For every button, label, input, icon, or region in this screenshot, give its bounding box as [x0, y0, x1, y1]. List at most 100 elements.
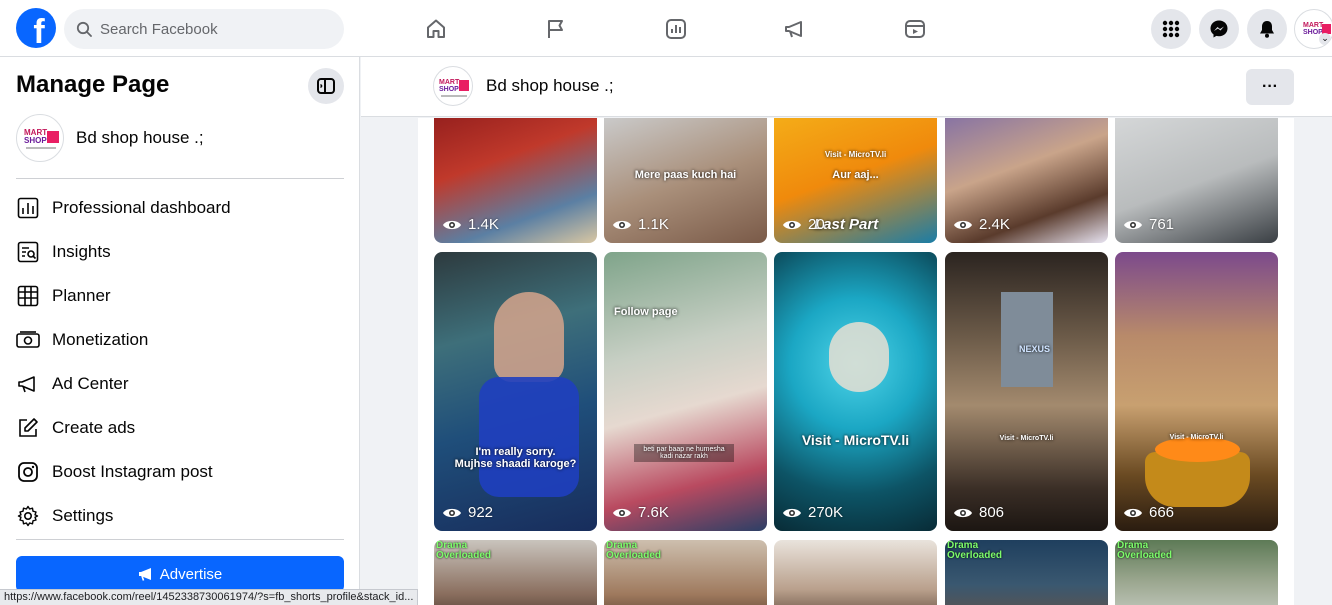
eye-icon	[782, 506, 802, 520]
reel-card[interactable]: Drama Overloaded	[604, 540, 767, 605]
chevron-down-icon[interactable]: ⌄	[1319, 33, 1331, 45]
sidebar-item-boost-instagram[interactable]: Boost Instagram post	[16, 450, 346, 494]
monetization-icon	[16, 328, 40, 352]
sidebar-item-planner[interactable]: Planner	[16, 274, 346, 318]
sidebar-item-create-ads[interactable]: Create ads	[16, 406, 346, 450]
megaphone-icon[interactable]	[778, 12, 812, 46]
eye-icon	[442, 506, 462, 520]
insights-icon	[16, 240, 40, 264]
reel-card[interactable]	[774, 540, 937, 605]
eye-icon	[1123, 218, 1143, 232]
advertise-button[interactable]: Advertise	[16, 556, 344, 592]
reel-caption: I'm really sorry. Mujhse shaadi karoge?	[454, 446, 577, 470]
reel-tag: Drama Overloaded	[1117, 540, 1173, 561]
page-logo: MART SHOP	[16, 114, 64, 162]
bell-icon[interactable]	[1247, 9, 1287, 49]
page-name: Bd shop house .;	[76, 128, 204, 147]
view-count: 761	[1123, 216, 1174, 233]
reel-card[interactable]: Drama Overloaded	[1115, 540, 1278, 605]
reel-card[interactable]: 1.4K	[434, 118, 597, 243]
reels-grid: 1.4K Mere paas kuch hai 1.1K Visit - Mic…	[418, 118, 1294, 605]
megaphone-icon	[138, 568, 151, 581]
reel-top-text: Follow page	[614, 306, 678, 318]
page-title[interactable]: Bd shop house .;	[486, 76, 614, 96]
page-switcher[interactable]: MART SHOP Bd shop house .;	[16, 114, 204, 162]
reel-card[interactable]: Mere paas kuch hai 1.1K	[604, 118, 767, 243]
reel-card[interactable]: 761	[1115, 118, 1278, 243]
view-count: 20	[782, 216, 825, 233]
svg-text:SHOP: SHOP	[439, 86, 459, 93]
eye-icon	[782, 218, 802, 232]
eye-icon	[442, 218, 462, 232]
page-header: MART SHOP Bd shop house .; ···	[361, 57, 1332, 117]
reel-card[interactable]: Visit - MicroTV.li 666	[1115, 252, 1278, 531]
reel-caption: Aur aaj...	[832, 169, 879, 181]
top-navigation-bar: f MART SHOP ⌄	[0, 0, 1332, 57]
sidebar-item-label: Ad Center	[52, 374, 129, 393]
reel-card[interactable]: Visit - MicroTV.li 270K	[774, 252, 937, 531]
reel-card[interactable]: Visit - MicroTV.li Aur aaj... Last Part …	[774, 118, 937, 243]
page-logo[interactable]: MART SHOP	[433, 66, 473, 106]
collapse-icon	[317, 78, 335, 94]
sidebar-item-label: Planner	[52, 286, 111, 305]
eye-icon	[953, 218, 973, 232]
apps-grid-icon[interactable]	[1151, 9, 1191, 49]
megaphone-icon	[16, 372, 40, 396]
flag-icon[interactable]	[539, 12, 573, 46]
view-count: 922	[442, 504, 493, 521]
eye-icon	[953, 506, 973, 520]
divider	[16, 178, 344, 179]
more-options-button[interactable]: ···	[1246, 69, 1294, 105]
sidebar-item-label: Insights	[52, 242, 111, 261]
sidebar-item-label: Boost Instagram post	[52, 462, 213, 481]
reel-card[interactable]: I'm really sorry. Mujhse shaadi karoge? …	[434, 252, 597, 531]
sidebar-item-label: Monetization	[52, 330, 149, 349]
reel-caption: Visit - MicroTV.li	[1169, 434, 1224, 441]
video-icon[interactable]	[898, 12, 932, 46]
reel-tag: Drama Overloaded	[436, 540, 492, 561]
avatar-logo-text: MART	[1303, 22, 1324, 29]
home-icon[interactable]	[419, 12, 453, 46]
sidebar-item-label: Settings	[52, 506, 114, 525]
reel-card[interactable]: NEXUS Visit - MicroTV.li 806	[945, 252, 1108, 531]
search-box[interactable]	[64, 9, 344, 49]
search-input[interactable]	[100, 20, 320, 38]
view-count: 666	[1123, 504, 1174, 521]
sidebar-item-monetization[interactable]: Monetization	[16, 318, 346, 362]
divider	[16, 539, 344, 540]
sidebar-item-ad-center[interactable]: Ad Center	[16, 362, 346, 406]
search-icon	[76, 21, 92, 37]
reel-card[interactable]: Drama Overloaded	[945, 540, 1108, 605]
planner-icon	[16, 284, 40, 308]
collapse-sidebar-button[interactable]	[308, 68, 344, 104]
view-count: 806	[953, 504, 1004, 521]
sidebar-item-insights[interactable]: Insights	[16, 230, 346, 274]
profile-avatar[interactable]: MART SHOP ⌄	[1294, 9, 1332, 49]
messenger-icon[interactable]	[1199, 9, 1239, 49]
dashboard-icon	[16, 196, 40, 220]
reel-card[interactable]: 2.4K	[945, 118, 1108, 243]
reel-tag: Drama Overloaded	[606, 540, 662, 561]
facebook-logo[interactable]: f	[16, 8, 56, 48]
reel-tag: Drama Overloaded	[947, 540, 1003, 561]
sidebar-title: Manage Page	[16, 71, 170, 98]
instagram-icon	[16, 460, 40, 484]
gear-icon	[16, 504, 40, 528]
view-count: 1.1K	[612, 216, 669, 233]
view-count: 1.4K	[442, 216, 499, 233]
reel-card[interactable]: Follow page beti par baap ne humesha kad…	[604, 252, 767, 531]
pencil-icon	[16, 416, 40, 440]
reel-card[interactable]: Drama Overloaded	[434, 540, 597, 605]
eye-icon	[1123, 506, 1143, 520]
sidebar-item-label: Professional dashboard	[52, 198, 231, 217]
insights-icon[interactable]	[659, 12, 693, 46]
eye-icon	[612, 218, 632, 232]
manage-page-sidebar: Manage Page MART SHOP Bd shop house .; P…	[0, 57, 360, 605]
advertise-label: Advertise	[159, 565, 223, 583]
status-bar-url: https://www.facebook.com/reel/1452338730…	[0, 589, 419, 605]
svg-text:SHOP: SHOP	[24, 136, 47, 145]
sidebar-item-professional-dashboard[interactable]: Professional dashboard	[16, 186, 346, 230]
sidebar-menu: Professional dashboard Insights Planner …	[16, 186, 346, 538]
sidebar-item-settings[interactable]: Settings	[16, 494, 346, 538]
reel-caption: Visit - MicroTV.li	[999, 435, 1054, 442]
